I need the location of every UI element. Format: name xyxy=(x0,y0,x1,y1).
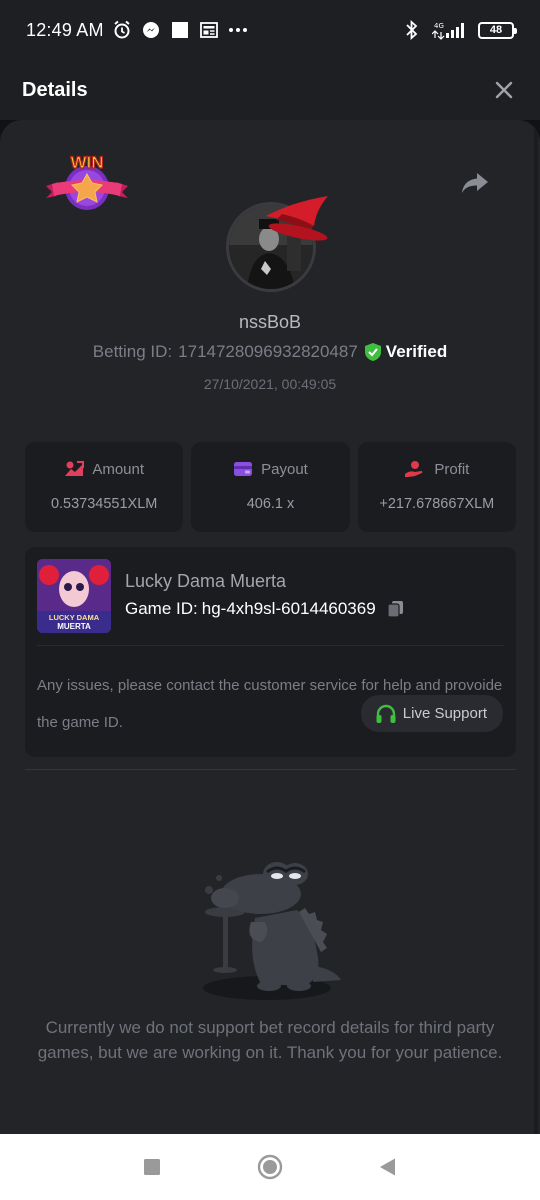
system-nav-bar xyxy=(0,1134,540,1200)
close-button[interactable] xyxy=(490,76,518,104)
status-icons-left xyxy=(112,20,248,40)
stat-value: 0.53734551XLM xyxy=(50,496,158,512)
stat-label: Payout xyxy=(261,460,308,478)
messenger-icon xyxy=(141,20,161,40)
bluetooth-icon xyxy=(402,20,422,40)
status-bar: 12:49 AM 4G 48 xyxy=(0,0,540,60)
details-header: Details xyxy=(0,60,540,120)
stat-payout: Payout 406.1 x xyxy=(191,442,350,532)
back-icon xyxy=(380,1158,395,1176)
crocodile-illustration xyxy=(203,862,341,1000)
game-card: LUCKY DAMA MUERTA Lucky Dama Muerta Game… xyxy=(25,547,516,757)
bet-timestamp: 27/10/2021, 00:49:05 xyxy=(203,376,337,392)
close-icon xyxy=(495,81,513,99)
bet-details-sheet: WIN nssBoB Betting ID: 17147280969328204… xyxy=(0,120,540,1134)
headset-icon xyxy=(376,704,396,723)
section-divider xyxy=(25,769,516,770)
copy-button[interactable] xyxy=(386,599,406,619)
verified-badge: Verified xyxy=(364,342,447,362)
game-id-label: Game ID: xyxy=(125,599,198,618)
verified-label: Verified xyxy=(385,342,448,361)
status-icons-right: 4G 48 xyxy=(402,20,517,40)
verified-shield-icon xyxy=(364,343,381,361)
profit-icon xyxy=(405,461,423,477)
copy-icon xyxy=(387,601,403,618)
svg-text:LUCKY DAMA: LUCKY DAMA xyxy=(49,613,100,622)
home-icon xyxy=(257,1154,283,1180)
home-button[interactable] xyxy=(257,1154,283,1180)
share-icon xyxy=(462,173,488,193)
share-button[interactable] xyxy=(460,170,494,200)
alarm-icon xyxy=(112,20,132,40)
game-id-value: hg-4xh9sl-6014460369 xyxy=(201,599,376,618)
witch-hat-icon xyxy=(266,196,328,241)
betting-id-value: 1714728096932820487 xyxy=(178,342,358,361)
page-title: Details xyxy=(22,78,88,101)
betting-id-row: Betting ID: 1714728096932820487 Verified xyxy=(0,342,540,362)
live-support-button[interactable]: Live Support xyxy=(360,695,503,732)
win-badge-text: WIN xyxy=(70,153,103,172)
stat-amount: Amount 0.53734551XLM xyxy=(25,442,184,532)
card-divider xyxy=(37,645,504,646)
stat-label: Amount xyxy=(92,460,145,478)
empty-state-message: Currently we do not support bet record d… xyxy=(37,1018,503,1062)
signal-icon: 4G xyxy=(432,20,468,40)
stat-label: Profit xyxy=(434,460,470,478)
scrollbar[interactable] xyxy=(534,120,538,1134)
stat-profit: Profit +217.678667XLM xyxy=(357,442,516,532)
network-type-label: 4G xyxy=(434,22,444,30)
game-name: Lucky Dama Muerta xyxy=(125,571,287,591)
news-icon xyxy=(199,20,219,40)
win-badge-icon: WIN xyxy=(46,152,128,210)
stat-value: 406.1 x xyxy=(246,496,295,512)
wallet-icon xyxy=(234,462,253,476)
notification-square-icon xyxy=(170,20,190,40)
username: nssBoB xyxy=(238,312,302,332)
amount-icon xyxy=(65,461,85,476)
svg-text:MUERTA: MUERTA xyxy=(57,622,91,631)
game-thumbnail-art: LUCKY DAMA MUERTA xyxy=(37,559,111,633)
game-thumbnail[interactable]: LUCKY DAMA MUERTA xyxy=(37,559,111,633)
battery-icon: 48 xyxy=(478,21,517,39)
status-time: 12:49 AM xyxy=(26,19,104,40)
more-dots-icon xyxy=(228,20,248,40)
stats-row: Amount 0.53734551XLM Payout 406.1 x Prof… xyxy=(25,442,516,532)
recents-icon xyxy=(144,1159,160,1175)
recents-button[interactable] xyxy=(139,1154,165,1180)
live-support-label: Live Support xyxy=(402,705,487,722)
back-button[interactable] xyxy=(375,1154,401,1180)
stat-value: +217.678667XLM xyxy=(379,496,495,512)
game-id-row: Game ID: hg-4xh9sl-6014460369 xyxy=(125,599,406,619)
betting-id-label: Betting ID: xyxy=(92,342,173,361)
